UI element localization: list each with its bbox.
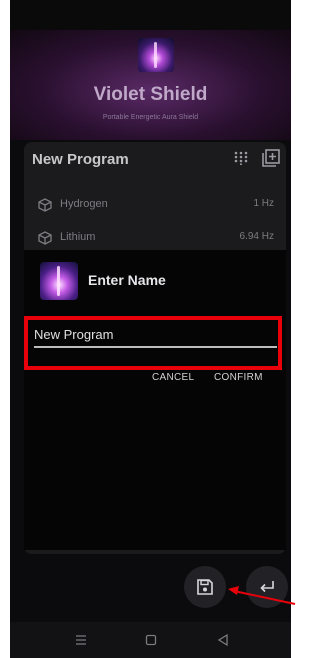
item-name: Hydrogen [60,198,108,210]
atom-cube-icon [38,198,52,212]
app-subtitle: Portable Energetic Aura Shield [102,114,199,121]
menu-icon[interactable] [72,631,90,649]
return-arrow-icon [260,581,274,593]
atom-cube-icon [38,231,52,245]
save-button[interactable] [184,566,226,608]
add-to-list-icon[interactable] [262,149,280,167]
back-triangle-icon[interactable] [214,631,232,649]
save-floppy-icon [197,579,213,595]
dialog-app-icon [40,262,78,300]
list-item[interactable]: Lithium 6.94 Hz [32,227,278,249]
item-frequency: 1 Hz [253,198,274,209]
dialpad-grid-icon[interactable] [234,151,248,165]
list-item[interactable]: Hydrogen 1 Hz [32,194,278,216]
item-frequency: 6.94 Hz [239,231,274,242]
dialog-title: Enter Name [88,272,166,288]
enter-name-dialog: Enter Name [24,250,286,550]
return-button[interactable] [246,566,288,608]
system-nav-bar [10,622,291,658]
item-name: Lithium [60,231,96,243]
app-logo [138,38,174,72]
status-bar [10,0,291,30]
home-square-icon[interactable] [142,631,160,649]
app-title: Violet Shield [93,84,208,105]
cancel-button[interactable]: CANCEL [152,372,194,383]
app-header: Violet Shield Portable Energetic Aura Sh… [10,30,291,140]
input-highlight-box [24,316,282,370]
confirm-button[interactable]: CONFIRM [214,372,263,383]
program-title: New Program [32,151,129,168]
